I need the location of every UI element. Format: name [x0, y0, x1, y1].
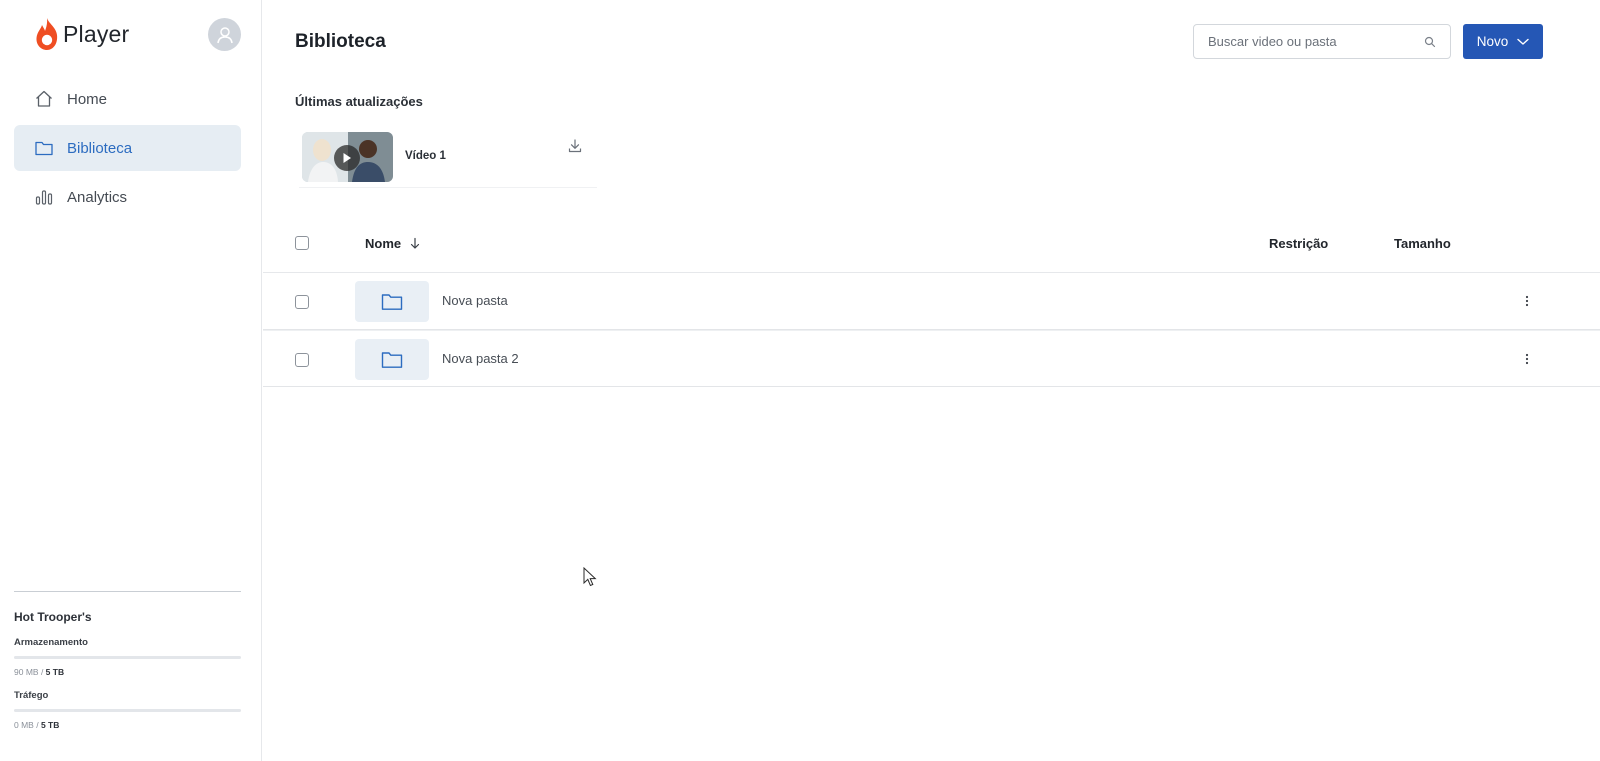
recent-updates-title: Últimas atualizações — [295, 94, 423, 109]
sidebar-item-label: Analytics — [67, 188, 128, 206]
table-header: Nome Restrição Tamanho — [263, 215, 1600, 273]
row-name[interactable]: Nova pasta — [442, 293, 508, 308]
sidebar-item-biblioteca[interactable]: Biblioteca — [14, 125, 241, 171]
storage-used: 90 MB — [14, 667, 39, 677]
search-input[interactable] — [1208, 34, 1424, 49]
traffic-usage-text: 0 MB / 5 TB — [14, 720, 241, 730]
traffic-total: 5 TB — [40, 720, 60, 730]
more-options-icon[interactable] — [1523, 351, 1531, 367]
main-content: Biblioteca Novo Últimas atualizações — [263, 0, 1600, 761]
video-thumbnail[interactable] — [302, 132, 393, 182]
chevron-down-icon — [1517, 38, 1529, 46]
select-all-checkbox[interactable] — [295, 236, 309, 250]
sidebar-item-home[interactable]: Home — [14, 76, 241, 122]
column-name-header[interactable]: Nome — [365, 236, 401, 251]
folder-thumbnail — [355, 281, 429, 322]
recent-item[interactable]: Vídeo 1 — [299, 128, 597, 188]
new-button[interactable]: Novo — [1463, 24, 1543, 59]
sort-arrow-down-icon[interactable] — [410, 237, 420, 250]
table-row[interactable]: Nova pasta 2 — [263, 330, 1600, 387]
home-icon — [34, 89, 54, 109]
folder-thumbnail — [355, 339, 429, 380]
row-name[interactable]: Nova pasta 2 — [442, 351, 519, 366]
download-icon[interactable] — [567, 138, 583, 154]
row-checkbox[interactable] — [295, 295, 309, 309]
folder-icon — [381, 293, 403, 310]
storage-progress-bar — [14, 656, 241, 659]
storage-separator: / — [38, 667, 46, 677]
sidebar-item-label: Home — [67, 90, 108, 108]
storage-usage-text: 90 MB / 5 TB — [14, 667, 241, 677]
column-restriction-header[interactable]: Restrição — [1269, 236, 1328, 251]
app-logo[interactable]: Player — [34, 17, 129, 51]
traffic-label: Tráfego — [14, 690, 49, 701]
search-icon[interactable] — [1424, 36, 1436, 48]
traffic-used: 0 MB — [14, 720, 34, 730]
analytics-icon — [34, 187, 54, 207]
account-name: Hot Trooper's — [14, 610, 92, 624]
column-size-header[interactable]: Tamanho — [1394, 236, 1451, 251]
app-name: Player — [63, 20, 130, 47]
avatar[interactable] — [208, 18, 241, 51]
storage-label: Armazenamento — [14, 637, 88, 648]
flame-logo-icon — [36, 18, 58, 50]
play-icon — [334, 145, 360, 171]
library-table: Nome Restrição Tamanho Nova pasta Nova p… — [263, 215, 1600, 387]
account-usage: Hot Trooper's Armazenamento 90 MB / 5 TB… — [14, 591, 241, 730]
folder-icon — [34, 138, 54, 158]
page-title: Biblioteca — [295, 31, 386, 52]
recent-item-title[interactable]: Vídeo 1 — [405, 150, 446, 162]
row-checkbox[interactable] — [295, 353, 309, 367]
traffic-progress-bar — [14, 709, 241, 712]
mouse-cursor-icon — [583, 567, 597, 587]
search-box[interactable] — [1193, 24, 1451, 59]
folder-icon — [381, 351, 403, 368]
traffic-separator: / — [33, 720, 41, 730]
new-button-label: Novo — [1476, 34, 1509, 49]
sidebar-nav: Home Biblioteca Analytics — [14, 76, 241, 223]
sidebar-item-analytics[interactable]: Analytics — [14, 174, 241, 220]
more-options-icon[interactable] — [1523, 293, 1531, 309]
storage-total: 5 TB — [45, 667, 65, 677]
sidebar: Player Home Biblioteca Analytics Hot Tro… — [0, 0, 262, 761]
table-row[interactable]: Nova pasta — [263, 273, 1600, 330]
user-icon — [216, 26, 233, 43]
sidebar-item-label: Biblioteca — [67, 139, 133, 157]
